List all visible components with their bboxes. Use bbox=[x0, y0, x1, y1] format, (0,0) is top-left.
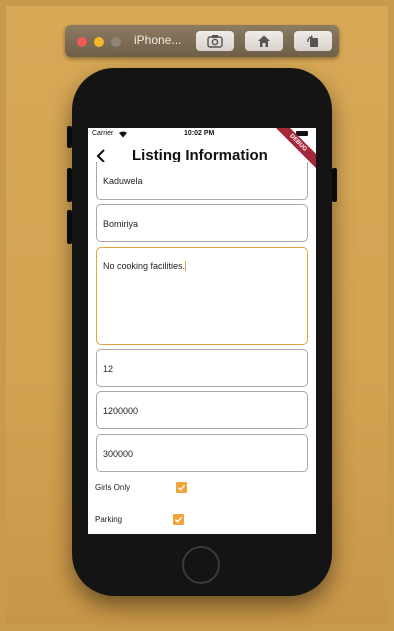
home-icon bbox=[258, 35, 270, 47]
text-cursor bbox=[185, 261, 187, 271]
price-field[interactable]: 1200000 bbox=[96, 391, 308, 429]
checkmark-icon bbox=[178, 484, 186, 491]
zoom-window-button[interactable] bbox=[111, 37, 121, 47]
screenshot-button[interactable] bbox=[196, 31, 234, 51]
wifi-icon bbox=[119, 131, 127, 138]
camera-icon bbox=[207, 35, 223, 48]
girls-only-row: Girls Only bbox=[95, 481, 215, 495]
device-home-button[interactable] bbox=[182, 546, 220, 584]
power-button bbox=[332, 168, 337, 202]
carrier-label: Carrier bbox=[92, 130, 114, 137]
parking-checkbox[interactable] bbox=[173, 514, 184, 525]
parking-label: Parking bbox=[95, 515, 123, 524]
description-field[interactable]: No cooking facilities. bbox=[96, 247, 308, 345]
girls-only-checkbox[interactable] bbox=[176, 482, 187, 493]
deposit-field[interactable]: 300000 bbox=[96, 434, 308, 472]
rotate-icon bbox=[307, 35, 318, 47]
status-time: 10:02 PM bbox=[184, 130, 215, 137]
town-field[interactable]: Bomiriya bbox=[96, 204, 308, 242]
city-field[interactable]: Kaduwela bbox=[96, 162, 308, 200]
close-window-button[interactable] bbox=[77, 37, 87, 47]
parking-row: Parking bbox=[95, 513, 215, 527]
girls-only-label: Girls Only bbox=[95, 483, 131, 492]
home-sim-button[interactable] bbox=[245, 31, 283, 51]
app-screen: Carrier 10:02 PM DEBUG Listing Informati… bbox=[88, 128, 316, 534]
rooms-field[interactable]: 12 bbox=[96, 349, 308, 387]
simulator-toolbar: iPhone... bbox=[65, 25, 339, 57]
checkmark-icon bbox=[175, 516, 183, 523]
minimize-window-button[interactable] bbox=[94, 37, 104, 47]
rotate-button[interactable] bbox=[294, 31, 332, 51]
simulator-title: iPhone... bbox=[134, 33, 182, 47]
description-text: No cooking facilities. bbox=[103, 261, 186, 271]
